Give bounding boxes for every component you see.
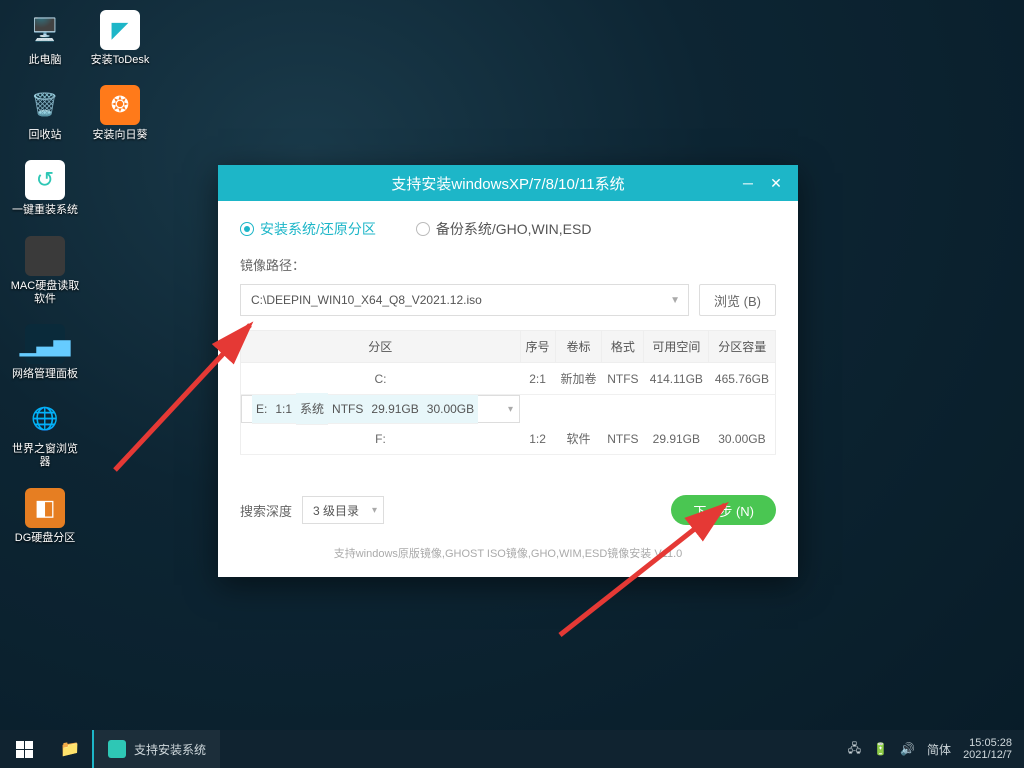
- desktop-icons-col2: ◤安装ToDesk ❂安装向日葵: [85, 10, 155, 160]
- desktop-icon-this-pc[interactable]: 🖥️此电脑: [10, 10, 80, 67]
- taskbar: 📁 支持安装系统 🖧 🔋 🔊 简体 15:05:28 2021/12/7: [0, 730, 1024, 768]
- tray-network-icon[interactable]: 🖧: [848, 739, 861, 760]
- minimize-button[interactable]: ─: [734, 165, 762, 201]
- table-row[interactable]: E:1:1系统NTFS29.91GB30.00GB: [241, 395, 520, 423]
- col-fs: 格式: [602, 331, 644, 363]
- file-explorer-icon[interactable]: 📁: [48, 730, 92, 768]
- radio-backup[interactable]: 备份系统/GHO,WIN,ESD: [416, 219, 592, 239]
- taskbar-app-installer[interactable]: 支持安装系统: [92, 730, 220, 768]
- col-volume: 卷标: [555, 331, 602, 363]
- col-free: 可用空间: [644, 331, 709, 363]
- radio-dot-icon: [416, 222, 430, 236]
- table-row[interactable]: C:2:1新加卷NTFS414.11GB465.76GB: [241, 363, 776, 395]
- dialog-title: 支持安装windowsXP/7/8/10/11系统: [391, 173, 624, 194]
- tray-volume-icon[interactable]: 🔊: [900, 742, 915, 756]
- desktop-icon-mac-disk[interactable]: MAC硬盘读取软件: [10, 236, 80, 306]
- app-icon: [108, 740, 126, 758]
- dialog-footer-text: 支持windows原版镜像,GHOST ISO镜像,GHO,WIM,ESD镜像安…: [240, 545, 776, 561]
- tray-ime[interactable]: 简体: [927, 741, 951, 758]
- start-button[interactable]: [0, 730, 48, 768]
- desktop-icon-sunflower[interactable]: ❂安装向日葵: [85, 85, 155, 142]
- browse-button[interactable]: 浏览 (B): [699, 284, 776, 316]
- desktop-icons-col1: 🖥️此电脑 🗑️回收站 ↺一键重装系统 MAC硬盘读取软件 ▁▃▅网络管理面板 …: [10, 10, 80, 563]
- image-path-dropdown[interactable]: C:\DEEPIN_WIN10_X64_Q8_V2021.12.iso ▼: [240, 284, 689, 316]
- image-path-label: 镜像路径：: [240, 255, 776, 274]
- table-row[interactable]: F:1:2软件NTFS29.91GB30.00GB: [241, 423, 776, 455]
- col-index: 序号: [520, 331, 555, 363]
- system-tray: 🖧 🔋 🔊 简体 15:05:28 2021/12/7: [836, 737, 1024, 761]
- radio-dot-icon: [240, 222, 254, 236]
- partition-table: 分区 序号 卷标 格式 可用空间 分区容量 C:2:1新加卷NTFS414.11…: [240, 330, 776, 455]
- desktop-icon-network-panel[interactable]: ▁▃▅网络管理面板: [10, 324, 80, 381]
- search-depth-select[interactable]: 3 级目录: [302, 496, 384, 524]
- search-depth-label: 搜索深度: [240, 501, 292, 520]
- desktop-icon-reinstall[interactable]: ↺一键重装系统: [10, 160, 80, 217]
- close-button[interactable]: ✕: [762, 165, 790, 201]
- col-capacity: 分区容量: [709, 331, 776, 363]
- tray-battery-icon[interactable]: 🔋: [873, 742, 888, 756]
- desktop-icon-dg-partition[interactable]: ◧DG硬盘分区: [10, 488, 80, 545]
- image-path-value: C:\DEEPIN_WIN10_X64_Q8_V2021.12.iso: [251, 293, 482, 307]
- dialog-titlebar[interactable]: 支持安装windowsXP/7/8/10/11系统 ─ ✕: [218, 165, 798, 201]
- taskbar-clock[interactable]: 15:05:28 2021/12/7: [963, 737, 1012, 761]
- chevron-down-icon: ▼: [670, 295, 680, 306]
- desktop-icon-browser[interactable]: 🌐世界之窗浏览器: [10, 399, 80, 469]
- radio-install-restore[interactable]: 安装系统/还原分区: [240, 219, 376, 239]
- next-button[interactable]: 下一步 (N): [671, 495, 776, 525]
- install-dialog: 支持安装windowsXP/7/8/10/11系统 ─ ✕ 安装系统/还原分区 …: [218, 165, 798, 577]
- col-partition: 分区: [241, 331, 521, 363]
- desktop-icon-recycle-bin[interactable]: 🗑️回收站: [10, 85, 80, 142]
- desktop-icon-todesk[interactable]: ◤安装ToDesk: [85, 10, 155, 67]
